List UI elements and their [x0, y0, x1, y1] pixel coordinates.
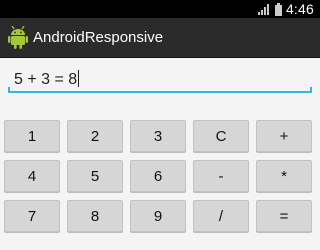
text-cursor: [78, 70, 80, 87]
status-time: 4:46: [285, 1, 314, 17]
key-3-button[interactable]: 3: [130, 120, 186, 152]
android-robot-icon: [8, 26, 28, 49]
key-5-button[interactable]: 5: [67, 160, 123, 192]
calculator-body: 5 + 3 = 8 1 2 3 C +4 5 6- * 7 8 9/=: [0, 58, 320, 250]
key-2-button[interactable]: 2: [67, 120, 123, 152]
signal-bars-icon: [257, 4, 269, 15]
key-multiply-button[interactable]: *: [256, 160, 312, 192]
key-clear-button[interactable]: C: [193, 120, 249, 152]
action-bar: AndroidResponsive: [0, 18, 320, 58]
key-minus-button[interactable]: -: [193, 160, 249, 192]
battery-icon: [274, 2, 282, 16]
key-6-button[interactable]: 6: [130, 160, 186, 192]
key-7-button[interactable]: 7: [4, 200, 60, 232]
expression-text: 5 + 3 = 8: [14, 70, 80, 89]
expression-value: 5 + 3 = 8: [14, 71, 78, 88]
key-4-button[interactable]: 4: [4, 160, 60, 192]
key-equals-button[interactable]: =: [256, 200, 312, 232]
app-title: AndroidResponsive: [33, 29, 164, 46]
keypad: 1 2 3 C +4 5 6- * 7 8 9/=: [4, 120, 317, 232]
key-8-button[interactable]: 8: [67, 200, 123, 232]
key-1-button[interactable]: 1: [4, 120, 60, 152]
status-bar: 4:46: [0, 0, 320, 18]
key-divide-button[interactable]: /: [193, 200, 249, 232]
key-9-button[interactable]: 9: [130, 200, 186, 232]
key-plus-button[interactable]: +: [256, 120, 312, 152]
expression-input[interactable]: 5 + 3 = 8: [8, 67, 312, 93]
status-icons: 4:46: [257, 0, 314, 18]
